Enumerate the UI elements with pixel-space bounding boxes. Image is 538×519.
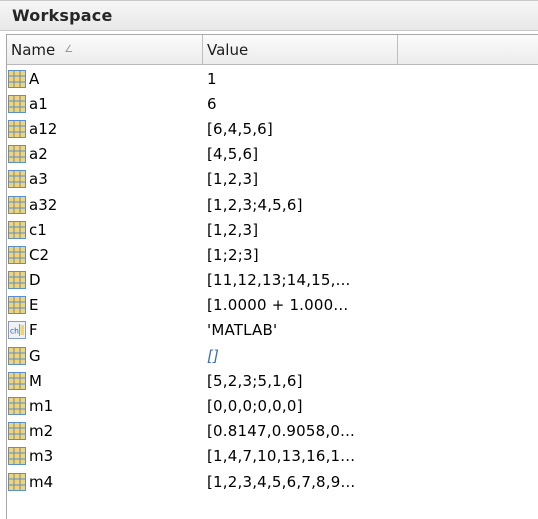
matrix-icon [8, 346, 26, 365]
column-header-name[interactable]: Name ∠ [7, 35, 203, 64]
variable-value: [1,4,7,10,13,16,1... [207, 447, 356, 466]
variable-value: [5,2,3;5,1,6] [207, 371, 303, 390]
variable-value: [4,5,6] [207, 145, 259, 164]
variable-name-cell: m3 [7, 447, 203, 466]
variable-name: m2 [29, 422, 54, 441]
table-row-a3[interactable]: a3 [1,2,3] [7, 167, 538, 192]
matrix-icon [8, 371, 26, 390]
matrix-icon [8, 195, 26, 214]
matrix-icon [8, 397, 26, 416]
variable-name-cell: D [7, 271, 203, 290]
variable-name: E [29, 296, 39, 315]
variable-value: [0.8147,0.9058,0... [207, 422, 356, 441]
table-row-a32[interactable]: a32 [1,2,3;4,5,6] [7, 192, 538, 217]
table-row-m4[interactable]: m4 [1,2,3,4,5,6,7,8,9... [7, 469, 538, 494]
variable-name-cell: M [7, 371, 203, 390]
table-row-a2[interactable]: a2 [4,5,6] [7, 142, 538, 167]
variable-name: G [29, 346, 41, 365]
variable-value: [11,12,13;14,15,... [207, 271, 351, 290]
variable-name: a2 [29, 145, 48, 164]
variable-name: A [29, 69, 40, 88]
table-row-a12[interactable]: a12 [6,4,5,6] [7, 116, 538, 141]
variable-name: M [29, 371, 42, 390]
table-row-c1[interactable]: c1 [1,2,3] [7, 217, 538, 242]
variables-table[interactable]: Name ∠ Value A 1 a1 6 a12 [6,4,5,6] a2 [… [6, 34, 538, 519]
variable-name: m3 [29, 447, 54, 466]
variable-value: 6 [207, 94, 217, 113]
variable-name: m4 [29, 472, 54, 491]
matrix-icon [8, 472, 26, 491]
variable-name-cell: a32 [7, 195, 203, 214]
table-row-m1[interactable]: m1 [0,0,0;0,0,0] [7, 393, 538, 418]
variable-name-cell: m2 [7, 422, 203, 441]
column-header-value[interactable]: Value [203, 35, 398, 64]
char-icon: ch [8, 321, 26, 340]
variable-name: a3 [29, 170, 48, 189]
table-body: A 1 a1 6 a12 [6,4,5,6] a2 [4,5,6] a3 [1,… [7, 65, 538, 494]
variable-name-cell: A [7, 69, 203, 88]
matrix-icon [8, 422, 26, 441]
variable-value: [1,2,3;4,5,6] [207, 195, 303, 214]
matrix-icon [8, 170, 26, 189]
variable-value: [1,2,3,4,5,6,7,8,9... [207, 472, 356, 491]
variable-name: F [29, 321, 38, 340]
column-header-filler [398, 35, 538, 64]
matrix-icon [8, 447, 26, 466]
matrix-icon [8, 245, 26, 264]
variable-value: [1,2,3] [207, 220, 259, 239]
variable-name-cell: a1 [7, 94, 203, 113]
table-row-E[interactable]: E [1.0000 + 1.000... [7, 293, 538, 318]
variable-value: [0,0,0;0,0,0] [207, 397, 303, 416]
table-row-M[interactable]: M [5,2,3;5,1,6] [7, 368, 538, 393]
table-row-a1[interactable]: a1 6 [7, 91, 538, 116]
variable-name: D [29, 271, 41, 290]
variable-name-cell: G [7, 346, 203, 365]
panel-title: Workspace [0, 1, 538, 31]
variable-value: [6,4,5,6] [207, 119, 273, 138]
variable-value: 'MATLAB' [207, 321, 278, 340]
variable-value: [1;2;3] [207, 245, 259, 264]
table-row-F[interactable]: ch F 'MATLAB' [7, 318, 538, 343]
table-row-G[interactable]: G [] [7, 343, 538, 368]
variable-name-cell: c1 [7, 220, 203, 239]
workspace-panel: Workspace Name ∠ Value A 1 a1 6 a12 [6,4… [0, 0, 538, 519]
sort-ascending-icon: ∠ [64, 44, 74, 55]
matrix-icon [8, 94, 26, 113]
matrix-icon [8, 145, 26, 164]
matrix-icon [8, 220, 26, 239]
variable-name-cell: a2 [7, 145, 203, 164]
variable-name: C2 [29, 245, 50, 264]
variable-name: a12 [29, 119, 58, 138]
variable-name: a1 [29, 94, 48, 113]
variable-name: a32 [29, 195, 58, 214]
variable-name-cell: E [7, 296, 203, 315]
matrix-icon [8, 271, 26, 290]
matrix-icon [8, 119, 26, 138]
variable-name-cell: C2 [7, 245, 203, 264]
variable-name-cell: a3 [7, 170, 203, 189]
table-row-A[interactable]: A 1 [7, 66, 538, 91]
svg-text:ch: ch [10, 327, 19, 336]
variable-name-cell: m1 [7, 397, 203, 416]
table-row-m2[interactable]: m2 [0.8147,0.9058,0... [7, 419, 538, 444]
variable-name: c1 [29, 220, 47, 239]
column-header-name-label: Name [11, 40, 56, 59]
column-header-value-label: Value [207, 40, 249, 59]
variable-name-cell: m4 [7, 472, 203, 491]
variable-value: [] [207, 346, 220, 365]
table-header: Name ∠ Value [7, 35, 538, 65]
variable-value: [1,2,3] [207, 170, 259, 189]
table-row-D[interactable]: D [11,12,13;14,15,... [7, 268, 538, 293]
variable-name-cell: ch F [7, 321, 203, 340]
variable-name: m1 [29, 397, 54, 416]
table-row-C2[interactable]: C2 [1;2;3] [7, 242, 538, 267]
table-row-m3[interactable]: m3 [1,4,7,10,13,16,1... [7, 444, 538, 469]
matrix-icon [8, 296, 26, 315]
matrix-icon [8, 69, 26, 88]
variable-value: 1 [207, 69, 217, 88]
variable-name-cell: a12 [7, 119, 203, 138]
variable-value: [1.0000 + 1.000... [207, 296, 349, 315]
